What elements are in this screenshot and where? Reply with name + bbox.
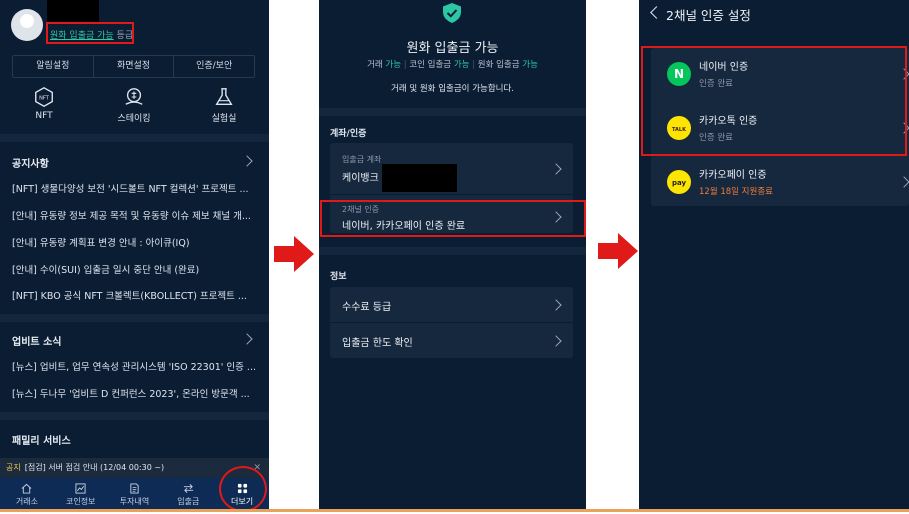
status-trade-value: 가능 <box>385 60 402 70</box>
chart-icon <box>75 483 86 494</box>
quick-nft-label: NFT <box>35 111 53 121</box>
notice-banner-text: [점검] 서버 점검 안내 (12/04 00:30 ~) <box>24 463 165 472</box>
highlight-auth-methods <box>641 46 907 156</box>
kakaopay-logo-icon: pay <box>667 170 691 194</box>
status-summary: 거래 가능 | 코인 입출금 가능 | 원화 입출금 가능 <box>367 60 538 70</box>
limit-check-label: 입출금 한도 확인 <box>342 338 413 349</box>
account-status-screen: 원화 입출금 가능 거래 가능 | 코인 입출금 가능 | 원화 입출금 가능 … <box>319 0 586 510</box>
notice-tag: 공지 <box>6 463 21 472</box>
document-icon <box>130 483 139 494</box>
notice-item[interactable]: [NFT] 생물다양성 보전 '시드볼트 NFT 컬렉션' 프로젝트 ... <box>12 181 262 195</box>
highlight-two-channel <box>320 200 586 237</box>
notice-item[interactable]: [안내] 유동량 계획표 변경 안내 : 아이큐(IQ) <box>12 235 262 249</box>
auth-method-name: 카카오페이 인증 <box>699 170 767 181</box>
status-trade-label: 거래 <box>367 60 383 70</box>
family-services-title: 패밀리 서비스 <box>12 436 71 447</box>
notice-item[interactable]: [NFT] KBO 공식 NFT 크볼렉트(KBOLLECT) 프로젝트 ... <box>12 288 262 302</box>
avatar <box>11 9 43 41</box>
nav-coin-info[interactable]: 코인정보 <box>54 478 108 510</box>
deposit-account-value: 케이뱅크 <box>342 173 379 184</box>
section-divider <box>0 314 269 322</box>
fee-grade-row[interactable]: 수수료 등급 <box>330 287 573 322</box>
page-title: 2채널 인증 설정 <box>666 8 751 23</box>
nav-investments[interactable]: 투자내역 <box>108 478 162 510</box>
redacted-username <box>47 0 99 22</box>
chevron-right-icon <box>898 176 909 188</box>
section-divider <box>0 412 269 420</box>
home-icon <box>22 483 32 494</box>
nav-exchange-label: 거래소 <box>15 497 38 506</box>
limit-check-row[interactable]: 입출금 한도 확인 <box>330 323 573 358</box>
bottom-accent-line <box>0 509 909 512</box>
status-coin-value: 가능 <box>453 60 470 70</box>
svg-text:NFT: NFT <box>39 95 50 101</box>
tab-security[interactable]: 인증/보안 <box>174 56 254 77</box>
account-auth-section-title: 계좌/인증 <box>330 129 367 139</box>
nav-deposit-withdraw[interactable]: 입출금 <box>161 478 215 510</box>
news-chevron-icon[interactable] <box>241 333 253 345</box>
kakaopay-auth-row[interactable]: pay 카카오페이 인증 12월 18일 지원종료 <box>651 156 909 210</box>
tab-notification-settings[interactable]: 알림설정 <box>13 56 94 77</box>
arrow-right-icon <box>274 236 314 272</box>
section-divider <box>319 108 586 116</box>
back-chevron-icon[interactable] <box>650 6 663 19</box>
news-item[interactable]: [뉴스] 업비트, 업무 연속성 관리시스템 'ISO 22301' 인증 ..… <box>12 359 262 373</box>
info-card: 수수료 등급 입출금 한도 확인 <box>330 287 573 358</box>
quick-nft[interactable]: NFT NFT <box>9 86 79 121</box>
two-channel-settings-screen: 2채널 인증 설정 N 네이버 인증 인증 완료 TALK 카카오톡 인증 인증… <box>639 0 909 510</box>
highlight-grade <box>46 22 134 44</box>
chevron-right-icon <box>550 299 562 311</box>
flask-icon <box>215 88 233 106</box>
chevron-right-icon <box>550 335 562 347</box>
nav-coin-info-label: 코인정보 <box>65 497 96 506</box>
status-krw-value: 가능 <box>522 60 538 70</box>
notices-title[interactable]: 공지사항 <box>12 155 49 170</box>
quick-staking[interactable]: 스테이킹 <box>99 86 169 124</box>
tab-screen-settings[interactable]: 화면설정 <box>94 56 175 77</box>
quick-lab-label: 실험실 <box>211 114 237 124</box>
nav-investments-label: 투자내역 <box>119 497 150 506</box>
more-menu-screen: 원화 입출금 가능 등급 알림설정 화면설정 인증/보안 NFT NFT 스테이… <box>0 0 269 510</box>
settings-tabs: 알림설정 화면설정 인증/보안 <box>12 55 255 78</box>
nav-deposit-withdraw-label: 입출금 <box>177 497 200 506</box>
page-title: 원화 입출금 가능 <box>406 41 499 56</box>
notice-item[interactable]: [안내] 유동량 정보 제공 목적 및 유동량 이슈 제보 채널 개... <box>12 208 262 222</box>
shield-check-icon <box>443 3 461 23</box>
arrow-right-icon <box>598 233 638 269</box>
fee-grade-label: 수수료 등급 <box>342 302 392 313</box>
notices-chevron-icon[interactable] <box>241 155 253 167</box>
chevron-right-icon <box>550 163 562 175</box>
status-coin-label: 코인 입출금 <box>409 60 452 70</box>
status-krw-label: 원화 입출금 <box>477 60 520 70</box>
auth-method-status: 12월 18일 지원종료 <box>699 187 773 197</box>
news-title[interactable]: 업비트 소식 <box>12 333 61 348</box>
section-divider <box>319 247 586 255</box>
nav-exchange[interactable]: 거래소 <box>0 478 54 510</box>
info-section-title: 정보 <box>330 272 347 282</box>
status-description: 거래 및 원화 입출금이 가능합니다. <box>391 84 514 94</box>
staking-icon <box>125 88 143 105</box>
redacted-account-number <box>382 164 457 192</box>
notice-item[interactable]: [안내] 수이(SUI) 입출금 일시 중단 안내 (완료) <box>12 262 262 276</box>
nft-icon: NFT <box>35 87 53 107</box>
transfer-icon <box>183 484 193 493</box>
quick-staking-label: 스테이킹 <box>117 114 151 124</box>
news-item[interactable]: [뉴스] 두나무 '업비트 D 컨퍼런스 2023', 온라인 방문객 ... <box>12 386 262 400</box>
kakaopay-logo-text: pay <box>671 179 687 187</box>
quick-lab[interactable]: 실험실 <box>189 86 259 124</box>
deposit-account-label: 입출금 계좌 <box>342 155 382 164</box>
highlight-more-circle <box>219 466 267 510</box>
section-divider <box>0 134 269 142</box>
